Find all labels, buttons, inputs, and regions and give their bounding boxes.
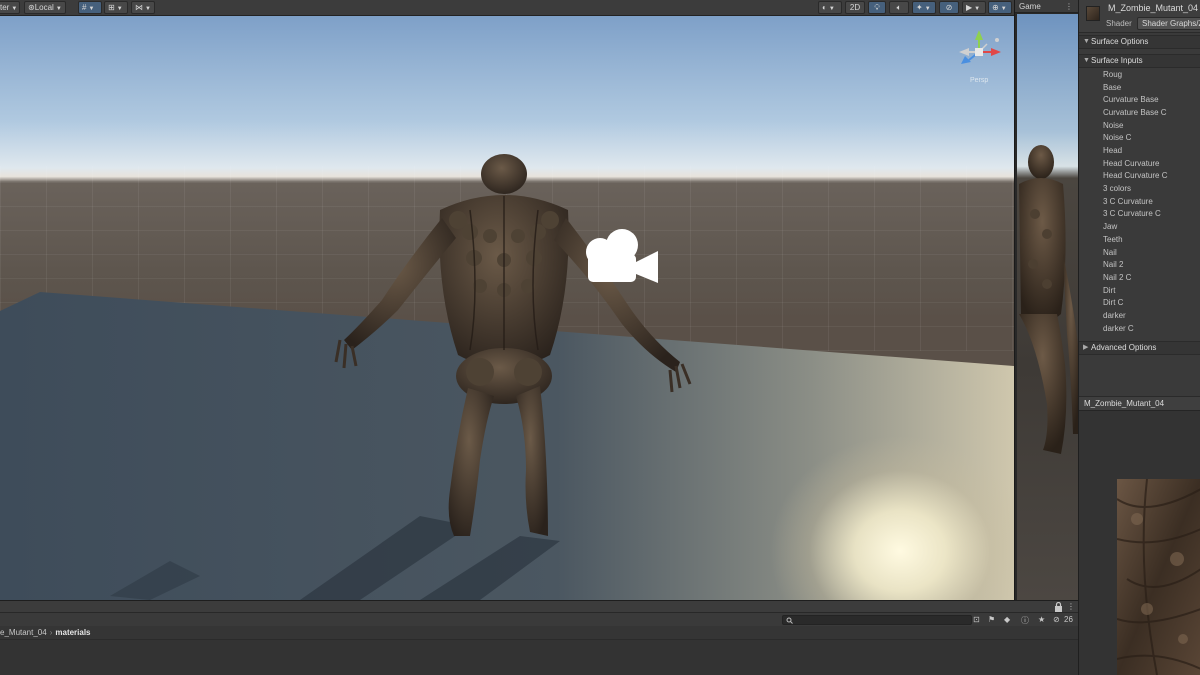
advanced-options-label: Advanced Options: [1091, 343, 1157, 352]
material-preview-header[interactable]: M_Zombie_Mutant_04: [1079, 396, 1200, 411]
search-by-label-icon[interactable]: ⚑: [988, 615, 998, 625]
project-tab-bar: ⋮: [0, 601, 1078, 613]
scene-camera-dropdown[interactable]: ▶ ▼: [962, 1, 986, 14]
property-teeth[interactable]: Teeth: [1103, 235, 1123, 244]
property-nail[interactable]: Nail: [1103, 248, 1117, 257]
mode-2d-toggle[interactable]: 2D: [845, 1, 865, 14]
material-name: M_Zombie_Mutant_04: [1108, 3, 1199, 13]
info-icon[interactable]: ⓘ: [1021, 615, 1031, 625]
property-head-curvature[interactable]: Head Curvature: [1103, 159, 1159, 168]
property-roug[interactable]: Roug: [1103, 70, 1122, 79]
project-panel: ⋮ ⊡ ⚑ ◆ ⓘ ★ ⊘ 26 e_Mutant_04 › materials: [0, 600, 1078, 675]
pivot-mode-label: ter: [0, 3, 10, 12]
shader-dropdown[interactable]: Shader Graphs/Z: [1137, 17, 1200, 30]
material-header: M_Zombie_Mutant_04 Shader Shader Graphs/…: [1079, 0, 1200, 33]
scene-visibility-toggle[interactable]: ⊘: [939, 1, 959, 14]
incremental-snap-button[interactable]: ⋈ ▼: [131, 1, 155, 14]
audio-toggle-icon: 🔈︎: [896, 3, 902, 12]
property-base[interactable]: Base: [1103, 83, 1121, 92]
hidden-packages-icon[interactable]: ⊘: [1053, 615, 1063, 625]
breadcrumb-parent[interactable]: e_Mutant_04: [0, 628, 47, 637]
snap-icon: ⊞: [108, 3, 115, 12]
material-thumbnail: [1086, 6, 1100, 21]
breadcrumb-separator-icon: ›: [49, 628, 53, 637]
property-curvature-base[interactable]: Curvature Base: [1103, 95, 1159, 104]
breadcrumb: e_Mutant_04 › materials: [0, 626, 1078, 640]
property-3-colors[interactable]: 3 colors: [1103, 184, 1131, 193]
lighting-toggle[interactable]: 💡︎: [868, 1, 886, 14]
surface-options-label: Surface Options: [1091, 37, 1149, 46]
lighting-toggle-icon: 💡︎: [874, 3, 880, 12]
panel-menu-icon[interactable]: ⋮: [1065, 0, 1073, 13]
breadcrumb-current[interactable]: materials: [55, 628, 90, 637]
panel-menu-icon[interactable]: ⋮: [1067, 602, 1075, 612]
property-3-c-curvature[interactable]: 3 C Curvature: [1103, 197, 1153, 206]
property-noise-c[interactable]: Noise C: [1103, 133, 1131, 142]
zombie-mutant-model[interactable]: [330, 140, 700, 560]
game-view-zombie: [1019, 145, 1079, 454]
project-toolbar: ⊡ ⚑ ◆ ⓘ ★ ⊘ 26: [0, 613, 1078, 626]
property-dirt-c[interactable]: Dirt C: [1103, 298, 1123, 307]
hidden-objects-icon: ⊘: [945, 3, 953, 12]
tag-icon[interactable]: ◆: [1004, 615, 1014, 625]
game-tab-label: Game: [1019, 2, 1041, 11]
game-panel: Game ⋮: [1014, 0, 1079, 600]
grid-snap-icon: #: [82, 3, 87, 12]
preview-title: M_Zombie_Mutant_04: [1084, 399, 1165, 408]
gizmos-dropdown[interactable]: ⊕ ▼: [988, 1, 1012, 14]
snap-increment-button[interactable]: ⊞ ▼: [104, 1, 128, 14]
hidden-packages-count: 26: [1064, 615, 1073, 624]
property-darker[interactable]: darker: [1103, 311, 1126, 320]
property-head-curvature-c[interactable]: Head Curvature C: [1103, 171, 1167, 180]
shader-label: Shader: [1106, 19, 1132, 28]
mode-2d-label: 2D: [849, 3, 861, 12]
property-jaw[interactable]: Jaw: [1103, 222, 1117, 231]
search-icon: [786, 617, 793, 624]
property-head[interactable]: Head: [1103, 146, 1122, 155]
gizmos-icon: ⊕: [992, 3, 999, 12]
game-view[interactable]: [1017, 14, 1079, 600]
audio-toggle[interactable]: 🔈︎: [889, 1, 909, 14]
expand-arrow-icon: ▼: [1083, 38, 1090, 45]
property-nail-2-c[interactable]: Nail 2 C: [1103, 273, 1131, 282]
projection-label[interactable]: Persp: [970, 77, 988, 84]
property-darker-c[interactable]: darker C: [1103, 324, 1134, 333]
space-label: Local: [34, 3, 54, 12]
project-search-input[interactable]: [782, 615, 972, 625]
scene-toolbar: ter ▼ ⊛Local ▼ # ▼ ⊞ ▼ ⋈ ▼ ◐ ▼ 2D 💡︎ 🔈︎ ✦ ▼ ⊘ ▶…: [0, 0, 1014, 16]
local-axes-icon: ⊛: [28, 3, 35, 12]
advanced-options-foldout[interactable]: ▶ Advanced Options: [1079, 341, 1200, 355]
scene-camera-icon: ▶: [966, 3, 973, 12]
effects-icon: ✦: [916, 3, 923, 12]
project-assets-area[interactable]: [0, 640, 1078, 675]
draw-mode-dropdown[interactable]: ◐ ▼: [818, 1, 842, 14]
property-noise[interactable]: Noise: [1103, 121, 1123, 130]
effects-dropdown[interactable]: ✦ ▼: [912, 1, 936, 14]
tool-handle-rotation-dropdown[interactable]: ⊛Local ▼: [24, 1, 66, 14]
tab-game[interactable]: Game ⋮: [1015, 0, 1079, 13]
orientation-gizmo[interactable]: [955, 30, 1009, 100]
inspector-panel: M_Zombie_Mutant_04 Shader Shader Graphs/…: [1078, 0, 1200, 675]
grid-visibility-toggle[interactable]: # ▼: [78, 1, 102, 14]
snap-step-icon: ⋈: [135, 3, 143, 12]
property-nail-2[interactable]: Nail 2: [1103, 260, 1123, 269]
collapsed-arrow-icon: ▶: [1083, 344, 1089, 351]
favorite-icon[interactable]: ★: [1038, 615, 1048, 625]
property-curvature-base-c[interactable]: Curvature Base C: [1103, 108, 1167, 117]
property-3-c-curvature-c[interactable]: 3 C Curvature C: [1103, 209, 1161, 218]
shading-mode-icon: ◐: [822, 3, 827, 12]
expand-arrow-icon: ▼: [1083, 57, 1090, 64]
surface-options-foldout[interactable]: ▼ Surface Options: [1079, 35, 1200, 49]
camera-gizmo-icon[interactable]: [580, 227, 662, 285]
surface-inputs-label: Surface Inputs: [1091, 56, 1143, 65]
lock-icon[interactable]: [1054, 602, 1063, 612]
surface-inputs-foldout[interactable]: ▼ Surface Inputs: [1079, 54, 1200, 68]
pivot-mode-dropdown[interactable]: ter ▼: [0, 1, 20, 14]
texture-preview: [1117, 479, 1200, 675]
search-by-type-icon[interactable]: ⊡: [973, 615, 983, 625]
scene-viewport[interactable]: Persp: [0, 16, 1014, 600]
property-dirt[interactable]: Dirt: [1103, 286, 1115, 295]
